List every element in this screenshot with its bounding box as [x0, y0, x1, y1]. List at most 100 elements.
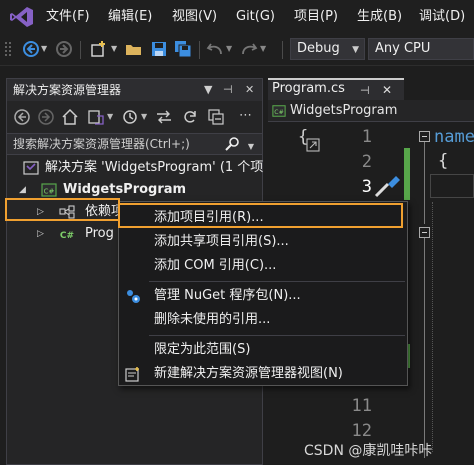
dependencies-context-menu: 添加项目引用(R)... 添加共享项目引用(S)... 添加 COM 引用(C)… [118, 201, 408, 386]
undo-dropdown-icon[interactable]: ▼ [226, 44, 232, 53]
back-icon[interactable] [22, 40, 40, 58]
new-dropdown-icon[interactable]: ▼ [111, 44, 117, 53]
refresh-icon[interactable] [181, 108, 199, 126]
line-number: 12 [351, 421, 372, 441]
solution-platform-combo[interactable]: Any CPU [368, 38, 474, 60]
forward-icon[interactable] [55, 40, 73, 58]
menu-view[interactable]: 视图(V) [172, 9, 217, 25]
menu-item-label: 管理 NuGet 程序包(N)... [154, 288, 301, 303]
menu-item-label: 添加共享项目引用(S)... [154, 234, 289, 249]
chevron-down-icon: ▼ [352, 45, 359, 55]
more-options-icon[interactable]: ⋯ [239, 108, 252, 123]
svg-text:C#: C# [44, 188, 55, 196]
collapse-region-icon[interactable] [419, 227, 430, 238]
save-all-icon[interactable] [174, 40, 192, 58]
solution-explorer-search-input[interactable]: 搜索解决方案资源管理器(Ctrl+;) ▼ [7, 133, 262, 155]
line-number: 3 [361, 177, 372, 197]
svg-text:C#: C# [274, 109, 283, 116]
quick-actions-screwdriver-icon[interactable] [372, 174, 402, 200]
back-dropdown-icon[interactable]: ▼ [41, 44, 47, 53]
switch-views-icon[interactable] [87, 108, 105, 126]
search-options-dropdown-icon[interactable]: ▼ [248, 139, 254, 154]
tree-item-label: 解决方案 'WidgetsProgram' (1 个项 [45, 160, 264, 175]
redo-dropdown-icon[interactable]: ▼ [260, 44, 266, 53]
tab-program-cs[interactable]: Program.cs ⊣ ✕ [268, 78, 404, 100]
menu-item-new-solution-explorer-view[interactable]: 新建解决方案资源管理器视图(N) [119, 362, 407, 386]
undo-icon[interactable] [206, 40, 224, 58]
tab-close-icon[interactable]: ✕ [382, 81, 392, 99]
menu-item-label: 添加 COM 引用(C)... [154, 258, 277, 273]
toolbar-separator [282, 41, 283, 59]
visual-studio-logo-icon[interactable] [10, 6, 34, 28]
menu-file[interactable]: 文件(F) [46, 9, 90, 25]
collapsed-arrow-icon[interactable]: ▷ [37, 223, 44, 245]
menu-separator [149, 281, 405, 282]
open-folder-icon[interactable] [125, 40, 143, 58]
filter-dropdown-icon[interactable]: ▼ [141, 112, 147, 121]
new-view-icon [125, 367, 139, 382]
line-number: 2 [361, 152, 372, 172]
menu-git[interactable]: Git(G) [236, 9, 275, 25]
toolbar-separator [199, 41, 200, 59]
collapse-region-icon[interactable] [419, 131, 430, 142]
nav-project-label: WidgetsProgram [290, 103, 398, 118]
document-tab-bar: Program.cs ⊣ ✕ [268, 78, 474, 100]
csharp-project-icon: C# [41, 183, 57, 197]
menu-build[interactable]: 生成(B) [357, 9, 402, 25]
csdn-watermark: CSDN @康凯哇咔咔 [304, 443, 433, 459]
panel-menu-dropdown-icon[interactable]: ▼ [204, 82, 212, 98]
solution-explorer-title-bar: 解决方案资源管理器 ▼ ⊣ ✕ [7, 79, 262, 101]
menu-item-add-shared-project-reference[interactable]: 添加共享项目引用(S)... [119, 230, 407, 254]
tab-pin-icon[interactable]: ⊣ [360, 82, 370, 100]
search-icon[interactable] [224, 136, 240, 152]
redo-icon[interactable] [240, 40, 258, 58]
nuget-icon [127, 290, 140, 303]
save-icon[interactable] [150, 40, 168, 58]
menu-edit[interactable]: 编辑(E) [108, 9, 152, 25]
editor-navigation-bar[interactable]: C# WidgetsProgram [268, 100, 474, 122]
navigate-to-reference-icon[interactable] [306, 138, 320, 152]
menu-item-remove-unused-references[interactable]: 删除未使用的引用... [119, 308, 407, 332]
svg-text:C#: C# [60, 231, 74, 241]
solution-icon [23, 161, 39, 175]
menu-item-manage-nuget-packages[interactable]: 管理 NuGet 程序包(N)... [119, 284, 407, 308]
search-placeholder: 搜索解决方案资源管理器(Ctrl+;) [13, 137, 190, 151]
new-project-icon[interactable] [90, 40, 108, 58]
fold-guide-line [424, 238, 425, 458]
home-icon[interactable] [61, 108, 79, 126]
menu-bar: 文件(F) 编辑(E) 视图(V) Git(G) 项目(P) 生成(B) 调试(… [0, 0, 474, 34]
menu-project[interactable]: 项目(P) [294, 9, 338, 25]
menu-item-label: 删除未使用的引用... [154, 312, 271, 327]
se-forward-icon[interactable] [37, 108, 55, 126]
csharp-project-icon: C# [272, 105, 286, 117]
current-line-highlight [430, 174, 474, 198]
close-icon[interactable]: ✕ [245, 82, 254, 98]
solution-explorer-toolbar: ▼ ▼ ⋯ [7, 103, 262, 131]
solution-platform-value: Any CPU [375, 41, 431, 56]
dependencies-highlight-box [5, 198, 120, 221]
line-number: 11 [351, 396, 372, 416]
views-dropdown-icon[interactable]: ▼ [107, 112, 113, 121]
menu-item-label: 新建解决方案资源管理器视图(N) [154, 366, 343, 381]
menu-item-scope-to-this[interactable]: 限定为此范围(S) [119, 338, 407, 362]
menu-item-label: 限定为此范围(S) [154, 342, 251, 357]
tree-item-solution[interactable]: 解决方案 'WidgetsProgram' (1 个项 [7, 157, 264, 179]
menu-item-add-com-reference[interactable]: 添加 COM 引用(C)... [119, 254, 407, 278]
solution-config-value: Debug [297, 41, 340, 56]
sync-active-document-icon[interactable] [155, 108, 173, 126]
pin-icon[interactable]: ⊣ [223, 82, 233, 98]
csharp-file-icon: C# [60, 231, 74, 241]
menu-debug[interactable]: 调试(D) [419, 9, 465, 25]
fold-guide-line [424, 142, 425, 224]
code-namespace-keyword: name [434, 127, 474, 147]
main-toolbar: ▼ ▼ ▼ ▼ Debug ▼ Any CPU [0, 34, 474, 66]
add-project-reference-highlight-box [118, 203, 403, 228]
collapse-all-icon[interactable] [207, 108, 225, 126]
tab-label: Program.cs [272, 81, 345, 96]
toolbar-separator [80, 41, 81, 59]
se-back-icon[interactable] [13, 108, 31, 126]
line-number: 1 [361, 127, 372, 147]
pending-changes-filter-icon[interactable] [121, 108, 139, 126]
indent-guide [432, 202, 433, 452]
solution-config-combo[interactable]: Debug ▼ [290, 38, 365, 60]
